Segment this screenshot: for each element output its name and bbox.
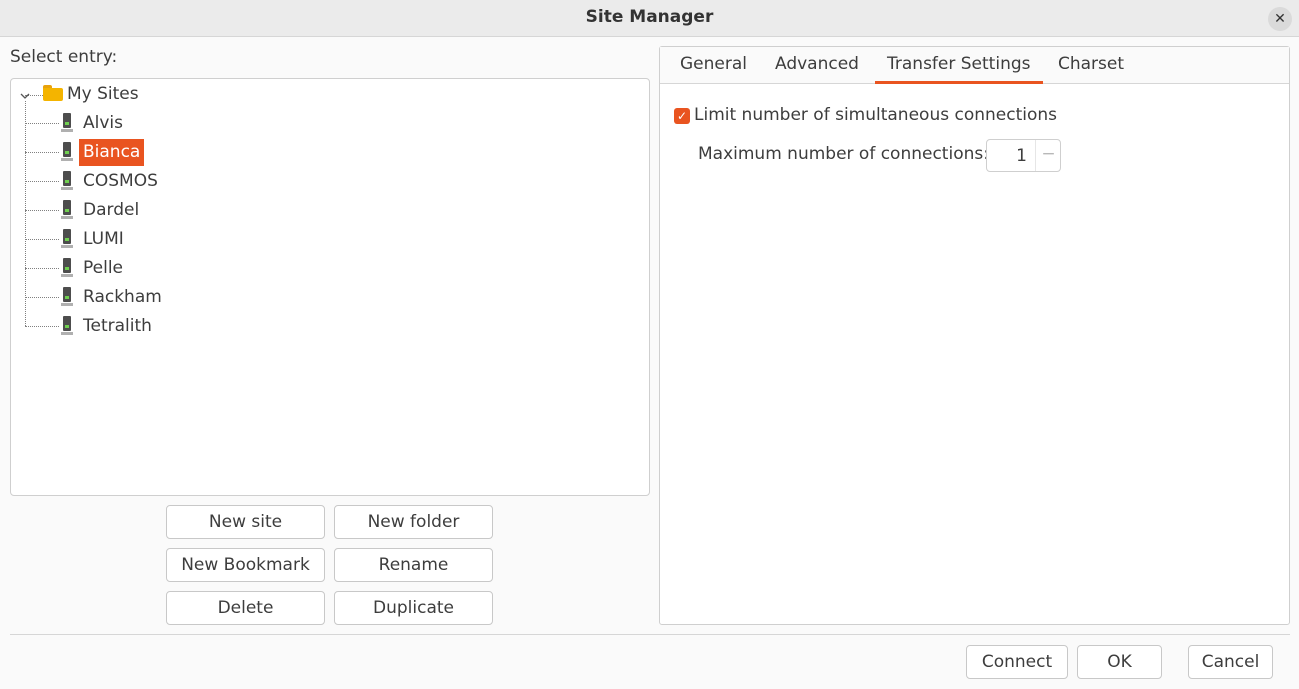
server-icon bbox=[61, 287, 75, 307]
cancel-button[interactable]: Cancel bbox=[1188, 645, 1273, 679]
tree-item-cosmos[interactable]: COSMOS bbox=[11, 167, 611, 196]
site-label[interactable]: Dardel bbox=[79, 197, 143, 224]
site-label[interactable]: Bianca bbox=[79, 139, 145, 166]
select-entry-label: Select entry: bbox=[10, 47, 118, 67]
site-label[interactable]: COSMOS bbox=[79, 168, 162, 195]
ok-button[interactable]: OK bbox=[1077, 645, 1162, 679]
tree-connector-line bbox=[25, 297, 59, 298]
tree-connector-line bbox=[25, 123, 59, 124]
tree-connector-line bbox=[25, 268, 59, 269]
site-label[interactable]: LUMI bbox=[79, 226, 128, 253]
tree-connector-line bbox=[25, 239, 59, 240]
tree-connector-line bbox=[25, 326, 59, 327]
server-icon bbox=[61, 113, 75, 133]
duplicate-button[interactable]: Duplicate bbox=[334, 591, 493, 625]
site-label[interactable]: Pelle bbox=[79, 255, 127, 282]
new-bookmark-button[interactable]: New Bookmark bbox=[166, 548, 325, 582]
tab-charset[interactable]: Charset bbox=[1058, 54, 1124, 84]
divider bbox=[10, 634, 1290, 635]
title-bar: Site Manager ✕ bbox=[0, 0, 1299, 37]
tree-item-tetralith[interactable]: Tetralith bbox=[11, 312, 611, 341]
max-connections-label: Maximum number of connections: bbox=[698, 144, 989, 164]
tab-bar: General Advanced Transfer Settings Chars… bbox=[660, 47, 1289, 84]
tab-transfer-settings[interactable]: Transfer Settings bbox=[875, 54, 1043, 84]
server-icon bbox=[61, 229, 75, 249]
checkmark-icon: ✓ bbox=[676, 109, 688, 123]
site-label[interactable]: Alvis bbox=[79, 110, 127, 137]
settings-panel: General Advanced Transfer Settings Chars… bbox=[659, 46, 1290, 625]
tree-item-lumi[interactable]: LUMI bbox=[11, 225, 611, 254]
site-label[interactable]: Tetralith bbox=[79, 313, 156, 340]
delete-button[interactable]: Delete bbox=[166, 591, 325, 625]
close-button[interactable]: ✕ bbox=[1268, 7, 1292, 31]
server-icon bbox=[61, 171, 75, 191]
tree-connector-line bbox=[25, 210, 59, 211]
server-icon bbox=[61, 316, 75, 336]
window-title: Site Manager bbox=[585, 7, 714, 27]
tree-connector-line bbox=[25, 181, 59, 182]
rename-button[interactable]: Rename bbox=[334, 548, 493, 582]
folder-icon bbox=[43, 85, 63, 101]
tab-general[interactable]: General bbox=[680, 54, 747, 84]
tree-connector-line bbox=[25, 152, 59, 153]
tab-advanced[interactable]: Advanced bbox=[775, 54, 859, 84]
tree-item-alvis[interactable]: Alvis bbox=[11, 109, 611, 138]
max-connections-value[interactable]: 1 bbox=[991, 146, 1027, 166]
tree-root-my-sites[interactable]: My Sites bbox=[67, 84, 139, 104]
site-tree[interactable]: My Sites Alvis Bianca COSMOS Dardel LUMI… bbox=[10, 78, 650, 496]
decrement-button[interactable]: − bbox=[1035, 140, 1061, 171]
new-site-button[interactable]: New site bbox=[166, 505, 325, 539]
chevron-down-icon[interactable] bbox=[19, 90, 31, 102]
max-connections-spinbox[interactable]: 1 − bbox=[986, 139, 1061, 172]
server-icon bbox=[61, 142, 75, 162]
new-folder-button[interactable]: New folder bbox=[334, 505, 493, 539]
connect-button[interactable]: Connect bbox=[966, 645, 1068, 679]
minus-icon: − bbox=[1041, 144, 1056, 164]
limit-connections-checkbox[interactable]: ✓ bbox=[674, 108, 690, 124]
site-label[interactable]: Rackham bbox=[79, 284, 166, 311]
tree-item-pelle[interactable]: Pelle bbox=[11, 254, 611, 283]
server-icon bbox=[61, 258, 75, 278]
close-icon: ✕ bbox=[1274, 11, 1286, 27]
tree-item-rackham[interactable]: Rackham bbox=[11, 283, 611, 312]
server-icon bbox=[61, 200, 75, 220]
tree-item-bianca[interactable]: Bianca bbox=[11, 138, 611, 167]
tree-item-dardel[interactable]: Dardel bbox=[11, 196, 611, 225]
limit-connections-label[interactable]: Limit number of simultaneous connections bbox=[694, 105, 1057, 125]
